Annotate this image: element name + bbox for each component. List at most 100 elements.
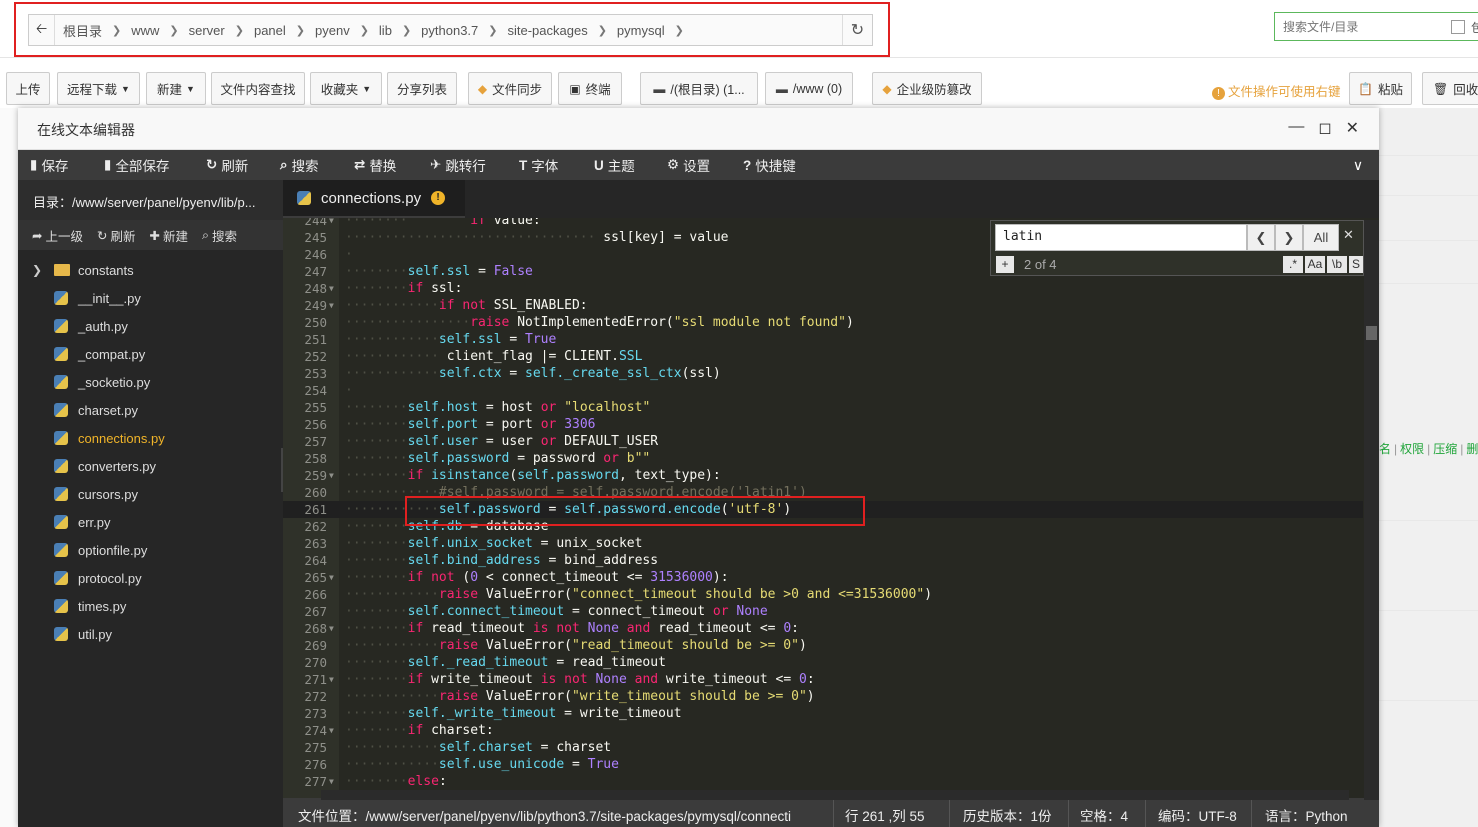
paste-button[interactable]: 📋 粘贴 [1349,72,1412,105]
code-token: = user [478,434,541,449]
toolbar-button[interactable]: 上传 [6,72,50,105]
toolbar-button[interactable]: ▣ 终端 [558,72,622,105]
toolbar-button[interactable]: 新建 ▼ [146,72,206,105]
collapse-toolbar-button[interactable]: ∨ [1337,150,1379,180]
breadcrumb-item[interactable]: site-packages ❯ [507,23,616,38]
file-item[interactable]: converters.py [18,452,283,480]
editor-tool-save[interactable]: ▮ 保存 [30,150,68,180]
code-token: SSL [618,349,643,364]
maximize-icon[interactable]: ◻ [1318,118,1331,138]
close-icon[interactable]: ✕ [1346,118,1359,138]
editor-tool-font[interactable]: T 字体 [519,150,558,180]
editor-tool-gear[interactable]: ⚙ 设置 [667,150,710,180]
file-item[interactable]: util.py [18,620,283,648]
row-op-link[interactable]: 权限 [1400,442,1424,456]
toolbar-button[interactable]: ◆ 企业级防篡改 [872,72,982,105]
code-token: ········ [345,655,408,670]
row-op-link[interactable]: 压缩 [1433,442,1457,456]
find-option-toggle[interactable]: .* [1283,256,1303,273]
find-option-toggle[interactable]: \b [1327,256,1347,273]
editor-tool-save-all[interactable]: ▮ 全部保存 [104,150,169,180]
file-name: util.py [78,626,112,642]
code-line: 263 ········self.unix_socket = unix_socke… [283,535,1363,552]
sidebar-op-button[interactable]: ➦ 上一级 [32,226,83,245]
sidebar-op-button[interactable]: ↻ 刷新 [97,226,136,245]
file-tab[interactable]: connections.py ! [283,180,465,218]
file-item[interactable]: _auth.py [18,312,283,340]
recycle-button[interactable]: 🗑回收站 [1422,72,1478,105]
file-item[interactable]: connections.py [18,424,283,452]
toolbar-button[interactable]: 分享列表 [387,72,457,105]
code-token: = port [478,417,541,432]
horizontal-scrollbar[interactable] [321,790,1349,800]
sidebar-op-label: 搜索 [212,229,238,244]
breadcrumb-item[interactable]: www ❯ [131,23,188,38]
code-token: is not [540,672,588,687]
status-history[interactable]: 历史版本：1份 [963,805,1052,825]
scroll-thumb[interactable] [1366,326,1377,340]
find-next-button[interactable]: ❯ [1275,224,1303,251]
toggle-replace-button[interactable]: + [996,256,1014,273]
back-button[interactable]: 🡠 [29,15,55,45]
file-item[interactable]: times.py [18,592,283,620]
folder-item[interactable]: ❯ constants [18,256,283,284]
row-op-link[interactable]: 删 [1466,442,1478,456]
python-file-icon [54,543,68,557]
find-input[interactable]: latin [995,224,1247,251]
editor-tool-goto-line[interactable]: ✈ 跳转行 [430,150,486,180]
status-encoding[interactable]: 编码：UTF-8 [1158,805,1237,825]
find-all-button[interactable]: All [1303,224,1339,251]
close-icon[interactable]: ✕ [1343,227,1354,243]
breadcrumb-item[interactable]: pymysql ❯ [617,23,694,38]
file-item[interactable]: _socketio.py [18,368,283,396]
toolbar-button[interactable]: 文件内容查找 [211,72,305,105]
find-option-toggle[interactable]: S [1349,256,1363,273]
file-item[interactable]: cursors.py [18,480,283,508]
toolbar-button[interactable]: ▬ /www (0) [765,72,853,105]
breadcrumb-item[interactable]: 根目录 ❯ [63,21,131,40]
vertical-scrollbar[interactable] [1364,220,1379,800]
editor-tool-refresh[interactable]: ↻ 刷新 [206,150,248,180]
row-op-link[interactable]: 名 [1379,442,1391,456]
editor-tool-search[interactable]: ⌕ 搜索 [280,150,319,180]
breadcrumb-item[interactable]: panel ❯ [254,23,315,38]
fold-icon: ▼ [329,573,334,582]
path-highlight-box: 🡠 根目录 ❯ www ❯ server ❯ panel ❯ pyenv ❯ lib ❯ python3… [14,2,890,57]
file-item[interactable]: charset.py [18,396,283,424]
code-token: ············ [345,740,439,755]
find-prev-button[interactable]: ❮ [1247,224,1275,251]
toolbar-button[interactable]: ▬ /(根目录) (1... [640,72,758,105]
breadcrumb-item[interactable]: python3.7 ❯ [421,23,507,38]
editor-tool-replace[interactable]: ⇄ 替换 [354,150,396,180]
code-line: 258 ········self.password = password or b… [283,450,1363,467]
line-number: 248 [304,281,327,296]
toolbar-button[interactable]: 收藏夹 ▼ [310,72,382,105]
code-token: self.use_unicode [438,757,565,772]
editor-title: 在线文本编辑器 [37,122,135,138]
goto-line-icon: ✈ [430,157,442,172]
breadcrumb-item[interactable]: server ❯ [189,23,254,38]
file-item[interactable]: err.py [18,508,283,536]
sidebar-op-button[interactable]: ✚ 新建 [150,226,189,245]
toolbar-button[interactable]: ◆ 文件同步 [468,72,552,105]
refresh-button[interactable]: ↻ [842,15,872,45]
breadcrumb-item[interactable]: pyenv ❯ [315,23,379,38]
minimize-icon[interactable]: — [1288,118,1304,138]
file-item[interactable]: protocol.py [18,564,283,592]
status-language[interactable]: 语言：Python [1265,805,1348,825]
code-token: not [462,298,486,313]
file-item[interactable]: __init__.py [18,284,283,312]
find-option-toggle[interactable]: Aa [1305,256,1325,273]
file-item[interactable]: _compat.py [18,340,283,368]
include-subdir-checkbox[interactable] [1451,20,1465,34]
search-input[interactable] [1275,13,1445,40]
status-spaces[interactable]: 空格：4 [1080,805,1128,825]
sidebar-op-button[interactable]: ⌕ 搜索 [202,226,237,245]
file-item[interactable]: optionfile.py [18,536,283,564]
toolbar-button[interactable]: 远程下载 ▼ [57,72,140,105]
editor-tool-theme[interactable]: U 主题 [594,150,635,180]
python-file-icon [54,599,68,613]
editor-tool-keyboard[interactable]: ? 快捷键 [743,150,796,180]
breadcrumb-item[interactable]: lib ❯ [379,23,421,38]
